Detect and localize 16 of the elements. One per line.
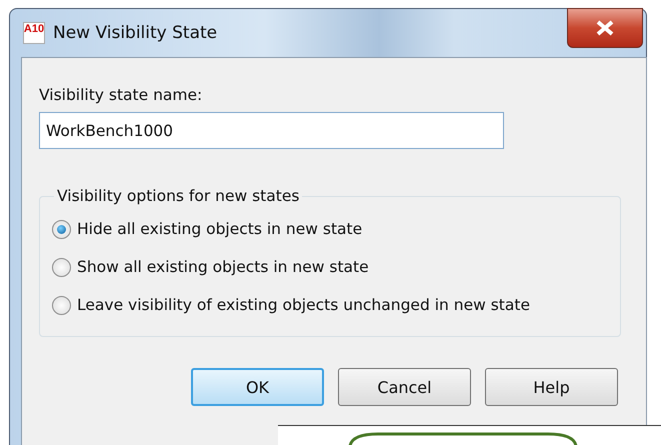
option-label: Show all existing objects in new state [77, 258, 369, 276]
close-button[interactable] [567, 8, 643, 48]
dialog-button[interactable]: Cancel [338, 368, 471, 406]
option-label: Hide all existing objects in new state [77, 220, 362, 238]
radio-button[interactable] [52, 258, 71, 277]
dialog-button[interactable]: Help [485, 368, 618, 406]
radio-button[interactable] [52, 296, 71, 315]
close-icon [595, 20, 615, 36]
ok-button[interactable]: OK [191, 368, 324, 406]
radio-button[interactable] [52, 220, 71, 239]
group-legend: Visibility options for new states [54, 187, 302, 206]
name-label: Visibility state name: [39, 86, 204, 106]
option-label: Leave visibility of existing objects unchanged in new state [77, 296, 530, 314]
app-icon: A10 [23, 22, 45, 44]
name-input-field[interactable]: WorkBench1000 [39, 112, 504, 150]
window-title: New Visibility State [53, 23, 218, 44]
